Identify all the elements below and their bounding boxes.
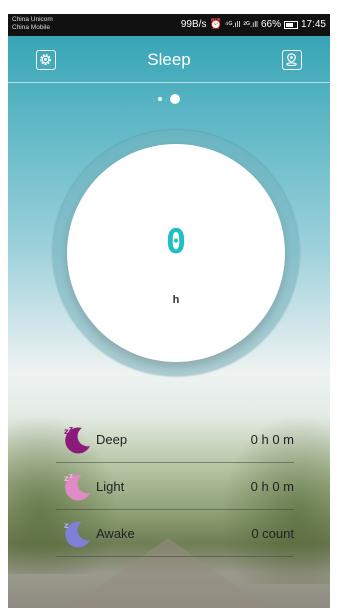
row-value-deep: 0 h 0 m bbox=[250, 432, 294, 447]
app-screen: China Unicom China Mobile 99B/s ⏰ ⁴ᴳ.ıll… bbox=[8, 14, 330, 608]
carrier-2: China Mobile bbox=[12, 24, 50, 31]
signal-icon-1: ⁴ᴳ.ıll bbox=[224, 20, 241, 29]
battery-icon bbox=[283, 20, 298, 29]
status-indicators: 99B/s ⏰ ⁴ᴳ.ıll ²ᴳ.ıll 66% 17:45 bbox=[181, 19, 326, 30]
signal-icon-2: ²ᴳ.ıll bbox=[243, 20, 258, 29]
sleep-total-value: 0 bbox=[165, 222, 187, 262]
page-dot-1[interactable] bbox=[158, 97, 162, 101]
clock: 17:45 bbox=[300, 19, 326, 30]
svg-text:z: z bbox=[69, 472, 73, 480]
location-button[interactable] bbox=[282, 50, 302, 70]
list-item-deep: z z Deep 0 h 0 m bbox=[56, 416, 294, 463]
page-indicator bbox=[8, 94, 330, 104]
moon-awake-icon: z bbox=[64, 521, 90, 548]
net-speed: 99B/s bbox=[180, 19, 207, 30]
app-header: Sleep bbox=[8, 36, 330, 83]
row-label-light: Light bbox=[96, 479, 125, 494]
row-value-awake: 0 count bbox=[251, 526, 294, 541]
carrier-1: China Unicom bbox=[12, 16, 53, 23]
moon-deep-icon: z z bbox=[64, 425, 90, 454]
list-item-awake: z Awake 0 count bbox=[56, 510, 294, 557]
sleep-breakdown-list: z z Deep 0 h 0 m z z Light 0 h 0 m z Awa… bbox=[56, 416, 294, 557]
page-dot-2-active[interactable] bbox=[170, 94, 180, 104]
svg-text:z: z bbox=[64, 521, 69, 530]
carrier-info: China Unicom China Mobile bbox=[12, 16, 53, 32]
row-label-deep: Deep bbox=[96, 432, 128, 447]
sleep-summary-circle: 0 h bbox=[67, 144, 285, 362]
status-bar: China Unicom China Mobile 99B/s ⏰ ⁴ᴳ.ıll… bbox=[8, 14, 330, 36]
moon-light-icon: z z bbox=[64, 472, 90, 501]
list-item-light: z z Light 0 h 0 m bbox=[56, 463, 294, 510]
alarm-icon: ⏰ bbox=[209, 19, 222, 30]
location-pin-icon bbox=[286, 53, 297, 67]
row-label-awake: Awake bbox=[96, 526, 135, 541]
svg-text:z: z bbox=[69, 425, 73, 433]
battery-percent: 66% bbox=[260, 19, 281, 30]
row-value-light: 0 h 0 m bbox=[250, 479, 294, 494]
sleep-total-unit: h bbox=[172, 294, 180, 306]
